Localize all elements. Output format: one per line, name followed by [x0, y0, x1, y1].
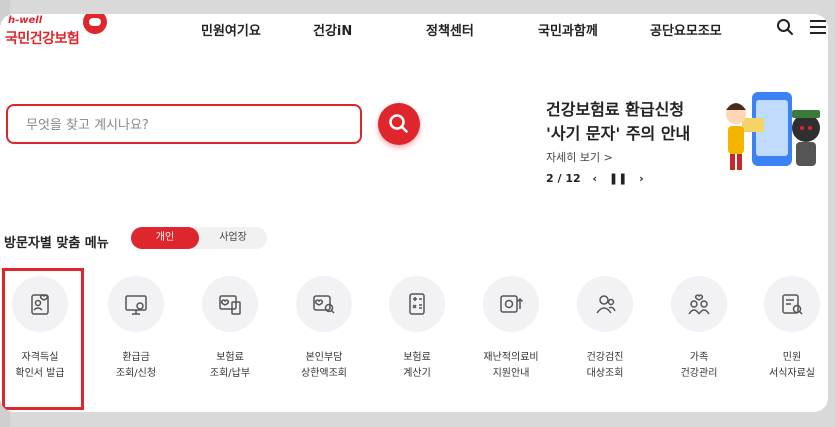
menu-label-line2: 건강관리	[680, 368, 718, 379]
menu-label-line2: 지원안내	[492, 368, 530, 379]
toggle-business[interactable]: 사업장	[199, 227, 267, 249]
banner-title-line1: 건강보험료 환급신청	[546, 100, 685, 119]
menu-label: 보험료계산기	[377, 350, 457, 382]
menu-label-line2: 조회/신청	[115, 368, 157, 379]
monitor-won-icon	[125, 295, 147, 315]
users-icon	[596, 295, 616, 314]
menu-item-premium-pay[interactable]: 보험료조회/납부	[190, 276, 270, 396]
hamburger-menu-icon[interactable]	[810, 20, 826, 34]
menu-icon-circle	[202, 276, 258, 332]
menu-label: 민원서식자료실	[752, 350, 828, 382]
banner-title-line2: '사기 문자' 주의 안내	[546, 124, 691, 143]
menu-label: 가족건강관리	[659, 350, 739, 382]
banner-pager: 2 / 12 ‹ ❚❚ ›	[546, 172, 644, 185]
document-up-icon	[500, 295, 524, 313]
menu-icon-circle	[483, 276, 539, 332]
menu-icon-circle	[296, 276, 352, 332]
nav-item-civil[interactable]: 민원여기요	[201, 20, 261, 39]
menu-item-refund[interactable]: 환급금조회/신청	[96, 276, 176, 396]
search-button[interactable]	[378, 103, 420, 145]
bill-monitor-icon	[219, 295, 241, 315]
menu-icon-circle	[389, 276, 445, 332]
menu-item-checkup[interactable]: 건강검진대상조회	[565, 276, 645, 396]
menu-label: 건강검진대상조회	[565, 350, 645, 382]
page: h-well 국민건강보험 민원여기요 건강iN 정책센터 국민과함께 공단요모…	[0, 14, 828, 412]
pause-icon[interactable]: ❚❚	[609, 172, 627, 185]
nav-item-together[interactable]: 국민과함께	[538, 20, 598, 39]
banner-page-indicator: 2 / 12	[546, 172, 581, 185]
nav-item-about[interactable]: 공단요모조모	[650, 20, 722, 39]
chevron-left-icon[interactable]: ‹	[592, 172, 597, 185]
menu-item-disaster-medical[interactable]: 재난적의료비지원안내	[471, 276, 551, 396]
menu-item-forms[interactable]: 민원서식자료실	[752, 276, 828, 396]
banner-more-link[interactable]: 자세히 보기 >	[546, 149, 613, 165]
menu-icon-circle	[577, 276, 633, 332]
menu-label: 보험료조회/납부	[190, 350, 270, 382]
menu-label-line1: 건강검진	[586, 352, 624, 363]
menu-icon-circle	[671, 276, 727, 332]
nav-item-health-in[interactable]: 건강iN	[313, 20, 352, 39]
menu-item-family-health[interactable]: 가족건강관리	[659, 276, 739, 396]
logo-tagline: h-well	[8, 15, 43, 26]
family-heart-icon	[688, 294, 710, 315]
search-input[interactable]	[24, 106, 348, 144]
menu-label-line1: 환급금	[122, 352, 150, 363]
form-search-icon	[782, 294, 803, 315]
logo-mark-icon	[83, 14, 107, 34]
heart-search-icon	[313, 295, 335, 314]
search-icon[interactable]	[776, 18, 794, 36]
menu-icon-circle	[764, 276, 820, 332]
menu-label-line1: 가족	[689, 352, 709, 363]
banner-title[interactable]: 건강보험료 환급신청 '사기 문자' 주의 안내	[546, 98, 690, 146]
logo-name: 국민건강보험	[5, 31, 80, 47]
toggle-personal[interactable]: 개인	[131, 227, 199, 249]
menu-label-line2: 조회/납부	[209, 368, 251, 379]
search-button-icon	[389, 114, 408, 133]
menu-label-line1: 보험료	[403, 352, 431, 363]
nav-item-policy[interactable]: 정책센터	[426, 20, 474, 39]
calculator-icon	[409, 293, 425, 315]
menu-label-line1: 본인부담	[305, 352, 343, 363]
menu-label-line2: 대상조회	[586, 368, 624, 379]
highlight-box	[2, 268, 84, 410]
scam-alert-illustration	[726, 92, 820, 170]
menu-label-line2: 상한액조회	[301, 368, 347, 379]
menu-label: 환급금조회/신청	[96, 350, 176, 382]
section-title: 방문자별 맞춤 메뉴	[4, 236, 109, 251]
menu-item-copay-limit[interactable]: 본인부담상한액조회	[284, 276, 364, 396]
menu-label-line1: 재난적의료비	[483, 352, 539, 363]
menu-item-calculator[interactable]: 보험료계산기	[377, 276, 457, 396]
logo[interactable]: h-well 국민건강보험	[4, 14, 107, 54]
menu-label-line2: 서식자료실	[769, 368, 815, 379]
menu-icon-circle	[108, 276, 164, 332]
menu-label-line2: 계산기	[403, 368, 431, 379]
menu-label: 본인부담상한액조회	[284, 350, 364, 382]
visitor-type-toggle: 개인 사업장	[131, 227, 267, 249]
menu-label-line1: 보험료	[216, 352, 244, 363]
search-field	[6, 104, 362, 144]
chevron-right-icon[interactable]: ›	[639, 172, 644, 185]
menu-label-line1: 민원	[782, 352, 802, 363]
menu-label: 재난적의료비지원안내	[471, 350, 551, 382]
